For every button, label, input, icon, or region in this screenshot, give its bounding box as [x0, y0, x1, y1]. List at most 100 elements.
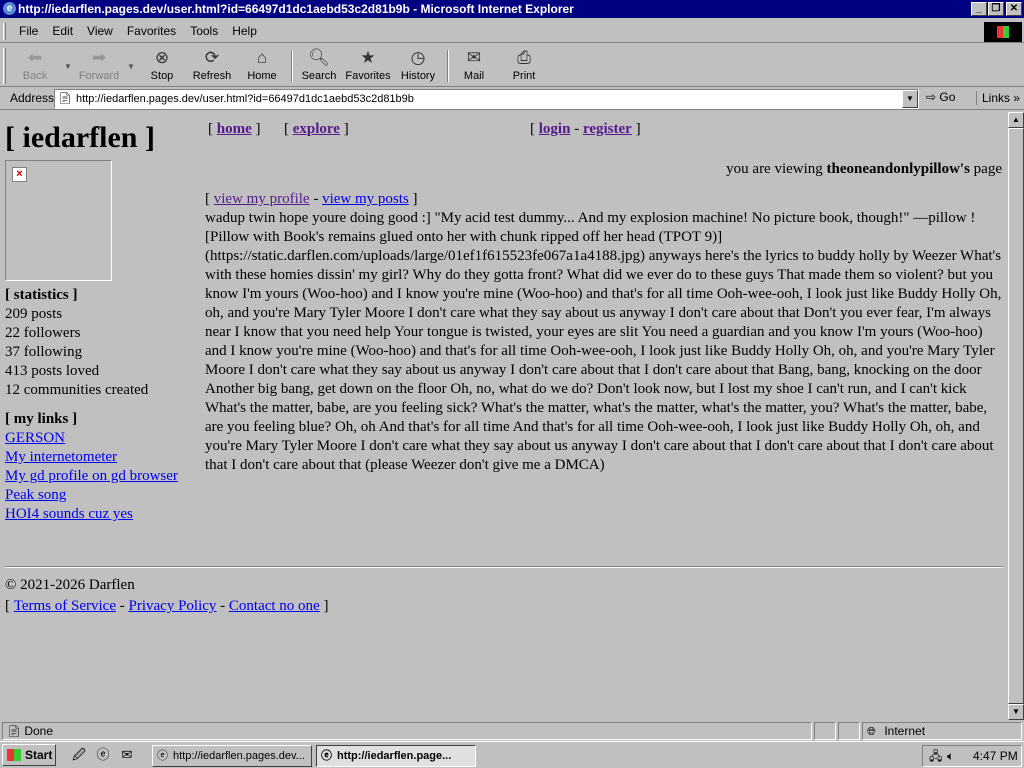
clock[interactable]: 4:47 PM [973, 746, 1018, 766]
system-tray: 🖧 🔈︎ 4:47 PM [922, 745, 1022, 767]
taskbar-window-2[interactable]: ⓔ http://iedarflen.page... [316, 745, 476, 767]
ie-window-icon: ⓔ [157, 750, 168, 762]
mail-button[interactable]: ✉ Mail [449, 48, 499, 86]
status-bar: 📄︎ Done 🌐︎ Internet [0, 721, 1024, 741]
menu-grip [3, 23, 6, 40]
address-label: Address [10, 91, 55, 105]
address-url: http://iedarflen.pages.dev/user.html?id=… [76, 93, 414, 105]
outlook-quicklaunch-icon[interactable]: ✉ [118, 747, 136, 763]
avatar: × [5, 160, 112, 281]
windows-logo [984, 22, 1022, 42]
forward-button[interactable]: ➡ Forward [74, 48, 124, 86]
favorites-button[interactable]: ★ Favorites [343, 48, 393, 86]
menu-tools[interactable]: Tools [183, 24, 225, 39]
copyright: © 2021-2026 Darflen [5, 577, 135, 593]
link-internetometer[interactable]: My internetometer [5, 449, 117, 465]
search-button[interactable]: 🔍︎ Search [294, 48, 344, 86]
history-icon: ◷ [410, 48, 426, 67]
stop-button[interactable]: ⊗ Stop [137, 48, 187, 86]
minimize-button[interactable]: _ [971, 2, 987, 16]
nav-register-link[interactable]: register [583, 121, 632, 137]
chevron-right-icon: » [1013, 91, 1021, 105]
forward-dropdown-icon[interactable]: ▼ [127, 62, 135, 71]
privacy-link[interactable]: Privacy Policy [129, 598, 217, 614]
history-button[interactable]: ◷ History [393, 48, 443, 86]
scroll-thumb[interactable] [1008, 128, 1024, 704]
contact-link[interactable]: Contact no one [229, 598, 320, 614]
ie-quicklaunch-icon[interactable]: ⓔ [94, 747, 112, 763]
links-button[interactable]: Links » [976, 91, 1020, 105]
ie-window-icon: ⓔ [321, 750, 332, 762]
volume-icon[interactable]: 🔈︎ [947, 746, 954, 766]
window-title: http://iedarflen.pages.dev/user.html?id=… [18, 2, 574, 16]
address-input[interactable]: 📄︎ http://iedarflen.pages.dev/user.html?… [54, 89, 919, 109]
vertical-scrollbar[interactable]: ▲ ▼ [1008, 112, 1024, 720]
go-button[interactable]: ⇨ Go [926, 90, 955, 104]
back-arrow-icon: ⬅ [27, 48, 43, 67]
back-button[interactable]: ⬅ Back [10, 48, 60, 86]
viewing-username: theoneandonlypillow's [826, 161, 970, 177]
profile-tabs: [ view my profile - view my posts ] [205, 191, 418, 207]
statistics-heading: [ statistics ] [5, 287, 78, 303]
status-panel [838, 722, 860, 740]
view-posts-link[interactable]: view my posts [322, 191, 409, 207]
view-profile-link[interactable]: view my profile [214, 191, 310, 207]
stat-followers: 22 followers [5, 325, 81, 341]
print-button[interactable]: ⎙ Print [499, 48, 549, 86]
network-icon[interactable]: 🖧 [929, 746, 942, 766]
close-button[interactable]: ✕ [1006, 2, 1022, 16]
link-gd-profile[interactable]: My gd profile on gd browser [5, 468, 178, 484]
windows-flag-icon [7, 749, 21, 761]
profile-sidebar: [ statistics ] 209 posts 22 followers 37… [5, 286, 195, 524]
nav-explore-link[interactable]: explore [293, 121, 340, 137]
stat-posts: 209 posts [5, 306, 63, 322]
viewing-notice: you are viewing theoneandonlypillow's pa… [726, 161, 1002, 177]
stat-posts-loved: 413 posts loved [5, 363, 100, 379]
refresh-button[interactable]: ⟳ Refresh [187, 48, 237, 86]
page-content: [ iedarflen ] [ home ] [ explore ] [ log… [0, 112, 1008, 720]
nav-home-link[interactable]: home [217, 121, 252, 137]
start-button[interactable]: Start [2, 744, 56, 766]
toolbar-grip [3, 48, 6, 84]
scroll-down-icon[interactable]: ▼ [1008, 704, 1024, 720]
link-gerson[interactable]: GERSON [5, 430, 65, 446]
printer-icon: ⎙ [517, 48, 531, 67]
toolbar-separator [291, 50, 293, 82]
address-dropdown-icon[interactable]: ▼ [902, 90, 918, 108]
terms-link[interactable]: Terms of Service [14, 598, 116, 614]
home-icon: ⌂ [256, 48, 268, 67]
menu-help[interactable]: Help [225, 24, 264, 39]
globe-icon: 🌐︎ [867, 726, 876, 738]
profile-main: [ view my profile - view my posts ] wadu… [205, 190, 1005, 475]
links-heading: [ my links ] [5, 411, 78, 427]
page-done-icon: 📄︎ [7, 726, 21, 738]
menu-file[interactable]: File [12, 24, 45, 39]
status-text-panel: 📄︎ Done [2, 722, 812, 740]
stat-communities: 12 communities created [5, 382, 149, 398]
page-icon: 📄︎ [58, 93, 72, 105]
site-title: [ iedarflen ] [5, 121, 155, 154]
search-icon: 🔍︎ [308, 48, 330, 67]
home-button[interactable]: ⌂ Home [237, 48, 287, 86]
address-bar: Address 📄︎ http://iedarflen.pages.dev/us… [0, 88, 1024, 110]
profile-bio: wadup twin hope youre doing good :] "My … [205, 210, 1002, 473]
go-arrow-icon: ⇨ [926, 90, 937, 104]
broken-image-icon: × [12, 167, 27, 182]
menu-view[interactable]: View [80, 24, 120, 39]
title-bar: e http://iedarflen.pages.dev/user.html?i… [0, 0, 1024, 18]
nav-login-link[interactable]: login [539, 121, 571, 137]
show-desktop-icon[interactable]: 🖉 [70, 747, 88, 763]
menu-edit[interactable]: Edit [45, 24, 80, 39]
link-hoi4-sounds[interactable]: HOI4 sounds cuz yes [5, 506, 133, 522]
link-peak-song[interactable]: Peak song [5, 487, 66, 503]
menu-favorites[interactable]: Favorites [120, 24, 183, 39]
standard-toolbar: ⬅ Back ▼ ➡ Forward ▼ ⊗ Stop ⟳ Refresh ⌂ … [0, 44, 1024, 87]
footer-divider [5, 566, 1003, 568]
maximize-button[interactable]: ❐ [988, 2, 1004, 16]
taskbar-window-1[interactable]: ⓔ http://iedarflen.pages.dev... [152, 745, 312, 767]
refresh-icon: ⟳ [204, 48, 220, 67]
security-zone-panel: 🌐︎ Internet [862, 722, 1022, 740]
scroll-up-icon[interactable]: ▲ [1008, 112, 1024, 128]
ie-icon: e [3, 2, 16, 15]
back-dropdown-icon[interactable]: ▼ [64, 62, 72, 71]
